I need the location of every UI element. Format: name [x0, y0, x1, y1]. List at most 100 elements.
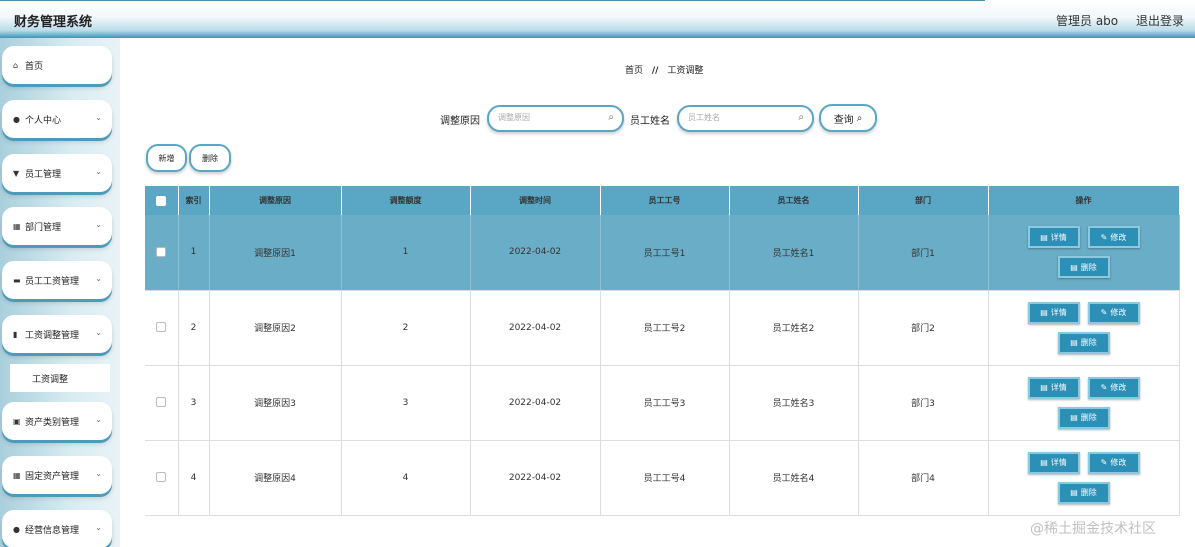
edit-button[interactable]: ✎ 修改: [1087, 376, 1140, 399]
column-header: 部门: [858, 186, 989, 215]
grid-icon: ▦: [13, 221, 21, 231]
row-delete-button[interactable]: ▤ 删除: [1057, 331, 1110, 354]
sidebar-item[interactable]: ▦ 固定资产管理 ⌄: [2, 456, 112, 494]
table-row[interactable]: 4 调整原因4 4 2022-04-02 员工工号4 员工姓名4 部门4 ▤ 详情 ✎ 修改 ▤ 删除: [145, 440, 1180, 516]
table-cell-emp-no: 员工工号2: [600, 290, 730, 366]
chevron-down-icon[interactable]: ⌄: [95, 220, 102, 229]
table-cell-amount: 3: [341, 365, 471, 441]
sidebar-item[interactable]: ● 经营信息管理 ⌄: [2, 510, 112, 547]
row-select-cell[interactable]: [145, 365, 179, 441]
reason-input[interactable]: [498, 113, 598, 122]
table-row[interactable]: 1 调整原因1 1 2022-04-02 员工工号1 员工姓名1 部门1 ▤ 详情 ✎ 修改 ▤ 删除: [145, 215, 1180, 291]
chevron-down-icon[interactable]: ⌄: [95, 523, 102, 532]
sidebar-item[interactable]: ● 个人中心 ⌄: [2, 100, 112, 138]
row-delete-button[interactable]: ▤ 删除: [1057, 406, 1110, 429]
reason-search-box[interactable]: ⌕: [487, 105, 624, 132]
table-cell-index: 3: [178, 365, 210, 441]
detail-button[interactable]: ▤ 详情: [1027, 226, 1080, 249]
detail-button[interactable]: ▤ 详情: [1027, 376, 1080, 399]
delete-button[interactable]: 删除: [189, 144, 231, 172]
row-operations: ▤ 详情 ✎ 修改 ▤ 删除: [989, 301, 1179, 354]
pencil-icon: ✎: [1100, 232, 1108, 242]
edit-button[interactable]: ✎ 修改: [1087, 451, 1140, 474]
briefcase-icon: ▬: [13, 275, 21, 285]
chevron-down-icon[interactable]: ⌄: [95, 469, 102, 478]
edit-button[interactable]: ✎ 修改: [1087, 226, 1140, 249]
chevron-down-icon[interactable]: ⌄: [95, 167, 102, 176]
data-table: 索引 调整原因 调整额度 调整时间 员工工号 员工姓名 部门 操作 1 调整原因1…: [145, 186, 1180, 516]
detail-button[interactable]: ▤ 详情: [1027, 451, 1080, 474]
sidebar-item-label: 首页: [25, 61, 44, 72]
pencil-icon: ✎: [1100, 458, 1108, 467]
sidebar-item[interactable]: ▦ 部门管理 ⌄: [2, 207, 112, 245]
op-label: 修改: [1110, 458, 1127, 467]
operations-cell: ▤ 详情 ✎ 修改 ▤ 删除: [988, 290, 1180, 366]
row-select-cell[interactable]: [145, 440, 179, 516]
row-operations: ▤ 详情 ✎ 修改 ▤ 删除: [989, 376, 1179, 429]
row-checkbox[interactable]: [156, 247, 167, 257]
sidebar-subitem-salary-adjust[interactable]: 工资调整: [10, 364, 110, 392]
logout-link[interactable]: 退出登录: [1136, 14, 1184, 28]
chevron-down-icon[interactable]: ⌄: [95, 328, 102, 337]
sidebar-item-label: 固定资产管理: [25, 471, 80, 482]
table-cell-emp-no: 员工工号3: [600, 365, 730, 441]
table-cell-time: 2022-04-02: [470, 440, 601, 516]
table-cell-emp-no: 员工工号4: [600, 440, 730, 516]
name-search-box[interactable]: ⌕: [677, 105, 814, 132]
row-delete-button[interactable]: ▤ 删除: [1057, 481, 1110, 504]
operations-cell: ▤ 详情 ✎ 修改 ▤ 删除: [988, 365, 1180, 441]
table-cell-emp-name: 员工姓名4: [729, 440, 859, 516]
column-header: 员工姓名: [729, 186, 859, 215]
table-cell-dept: 部门4: [858, 440, 989, 516]
trash-icon: ▤: [1070, 262, 1078, 272]
row-checkbox[interactable]: [156, 472, 167, 483]
trash-icon: ▤: [1070, 338, 1078, 347]
row-select-cell[interactable]: [145, 290, 179, 366]
sidebar-item-label: 部门管理: [25, 222, 62, 233]
op-label: 删除: [1080, 338, 1097, 347]
operations-cell: ▤ 详情 ✎ 修改 ▤ 删除: [988, 215, 1180, 291]
op-label: 删除: [1080, 413, 1097, 422]
sidebar-item[interactable]: ▬ 员工工资管理 ⌄: [2, 261, 112, 299]
table-cell-reason: 调整原因4: [209, 440, 342, 516]
table-cell-emp-no: 员工工号1: [600, 215, 730, 291]
table-cell-time: 2022-04-02: [470, 215, 601, 291]
breadcrumb-separator: //: [651, 66, 659, 76]
breadcrumb-home[interactable]: 首页: [625, 66, 643, 76]
column-header: 索引: [178, 186, 210, 215]
sidebar-item[interactable]: ▮ 工资调整管理 ⌄: [2, 315, 112, 353]
table-row[interactable]: 3 调整原因3 3 2022-04-02 员工工号3 员工姓名3 部门3 ▤ 详情 ✎ 修改 ▤ 删除: [145, 365, 1180, 441]
row-select-cell[interactable]: [145, 215, 179, 291]
select-all-checkbox[interactable]: [156, 195, 167, 206]
breadcrumb: 首页 // 工资调整: [625, 63, 703, 76]
table-cell-dept: 部门1: [858, 215, 989, 291]
query-button[interactable]: 查询 ⌕: [819, 104, 877, 132]
add-button[interactable]: 新增: [146, 144, 187, 172]
grid-icon: ▦: [13, 470, 21, 480]
name-input[interactable]: [688, 113, 788, 122]
row-delete-button[interactable]: ▤ 删除: [1057, 256, 1110, 279]
detail-button[interactable]: ▤ 详情: [1027, 301, 1080, 324]
header-line: [0, 0, 985, 1]
watermark: @稀土掘金技术社区: [1030, 521, 1156, 537]
sidebar-item[interactable]: ▼ 员工管理 ⌄: [2, 154, 112, 192]
search-icon: ⌕: [608, 112, 614, 123]
home-icon: ⌂: [13, 60, 19, 70]
table-cell-dept: 部门3: [858, 365, 989, 441]
column-header: 调整时间: [470, 186, 601, 215]
table-row[interactable]: 2 调整原因2 2 2022-04-02 员工工号2 员工姓名2 部门2 ▤ 详情 ✎ 修改 ▤ 删除: [145, 290, 1180, 366]
row-checkbox[interactable]: [156, 322, 167, 333]
edit-button[interactable]: ✎ 修改: [1087, 301, 1140, 324]
user-icon: ●: [13, 114, 20, 124]
chevron-down-icon[interactable]: ⌄: [95, 274, 102, 283]
chevron-down-icon[interactable]: ⌄: [95, 415, 102, 424]
query-label: 查询: [833, 114, 854, 126]
chevron-down-icon[interactable]: ⌄: [95, 113, 102, 122]
sidebar-item[interactable]: ▣ 资产类别管理 ⌄: [2, 402, 112, 440]
row-checkbox[interactable]: [156, 397, 167, 408]
table-cell-amount: 2: [341, 290, 471, 366]
search-icon: ⌕: [856, 112, 863, 124]
op-label: 详情: [1050, 383, 1067, 392]
sidebar-item[interactable]: ⌂ 首页: [2, 46, 112, 84]
select-all-cell[interactable]: [145, 186, 179, 215]
